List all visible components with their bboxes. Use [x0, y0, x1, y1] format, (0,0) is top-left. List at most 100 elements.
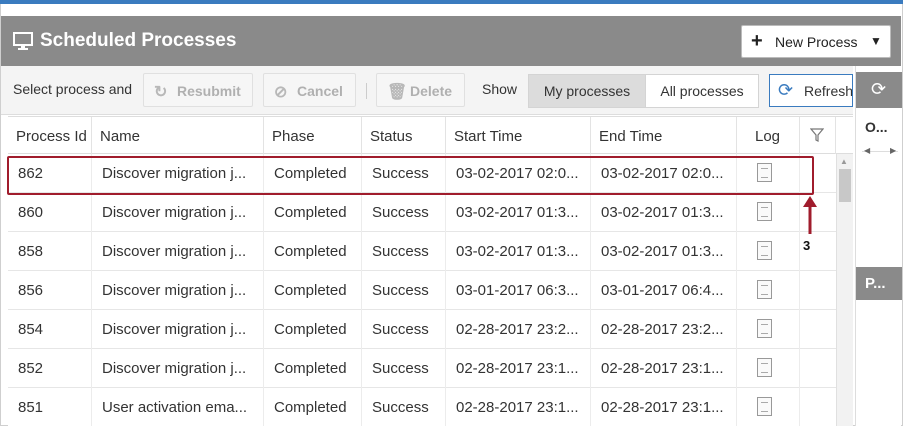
cell-start-time: 02-28-2017 23:1...: [446, 349, 591, 388]
cell-process-id: 856: [8, 271, 92, 310]
cell-phase: Completed: [264, 388, 362, 426]
show-label: Show: [482, 81, 518, 97]
column-header-status[interactable]: Status: [362, 117, 446, 155]
resubmit-button[interactable]: ↻ Resubmit: [143, 73, 253, 107]
cell-end-time: 02-28-2017 23:1...: [591, 388, 737, 426]
table-scrollbar[interactable]: ▲: [836, 154, 853, 426]
refresh-label: Refresh: [804, 83, 853, 99]
side-refresh-button[interactable]: ⟳: [856, 72, 902, 108]
cell-log: [737, 271, 800, 310]
plus-icon: +: [751, 30, 763, 52]
cell-status: Success: [362, 271, 446, 310]
column-header-name[interactable]: Name: [92, 117, 264, 155]
cell-phase: Completed: [264, 193, 362, 232]
log-file-icon[interactable]: [757, 358, 772, 377]
cell-name: Discover migration j...: [92, 349, 264, 388]
cell-status: Success: [362, 349, 446, 388]
cell-end-time: 03-01-2017 06:4...: [591, 271, 737, 310]
cell-start-time: 03-02-2017 01:3...: [446, 193, 591, 232]
table-row[interactable]: 856 Discover migration j... Completed Su…: [8, 271, 838, 310]
page-title: Scheduled Processes: [40, 30, 237, 51]
refresh-icon: ⟳: [778, 80, 794, 100]
cell-status: Success: [362, 310, 446, 349]
side-panel: ⟳ O... ◀ ▶ P...: [855, 66, 902, 426]
refresh-button[interactable]: ⟳ Refresh: [769, 74, 853, 107]
cell-log: [737, 232, 800, 271]
cell-end-time: 02-28-2017 23:1...: [591, 349, 737, 388]
cell-log: [737, 349, 800, 388]
column-header-phase[interactable]: Phase: [264, 117, 362, 155]
scroll-right-arrow-icon[interactable]: ▶: [890, 146, 896, 155]
table-row[interactable]: 854 Discover migration j... Completed Su…: [8, 310, 838, 349]
scroll-up-arrow-icon[interactable]: ▲: [840, 157, 848, 166]
toolbar: Select process and ↻ Resubmit ⊘ Cancel 🗑…: [1, 66, 853, 115]
cell-log: [737, 388, 800, 426]
log-file-icon[interactable]: [757, 202, 772, 221]
cell-phase: Completed: [264, 349, 362, 388]
caret-down-icon[interactable]: ▼: [870, 34, 882, 48]
cell-process-id: 854: [8, 310, 92, 349]
cell-phase: Completed: [264, 232, 362, 271]
cell-process-id: 860: [8, 193, 92, 232]
cell-start-time: 02-28-2017 23:1...: [446, 388, 591, 426]
scroll-left-arrow-icon[interactable]: ◀: [864, 146, 870, 155]
table-row[interactable]: 860 Discover migration j... Completed Su…: [8, 193, 838, 232]
annotation-arrow-icon: [803, 196, 817, 234]
monitor-icon: [13, 32, 33, 50]
resubmit-icon: ↻: [154, 84, 168, 101]
cancel-label: Cancel: [297, 83, 343, 99]
cell-process-id: 851: [8, 388, 92, 426]
delete-button[interactable]: 🗑 Delete: [376, 73, 465, 107]
table-row[interactable]: 851 User activation ema... Completed Suc…: [8, 388, 838, 426]
cell-status: Success: [362, 388, 446, 426]
cancel-button[interactable]: ⊘ Cancel: [263, 73, 356, 107]
my-processes-toggle[interactable]: My processes: [528, 74, 646, 108]
column-header-end-time[interactable]: End Time: [591, 117, 737, 155]
cell-start-time: 03-02-2017 01:3...: [446, 232, 591, 271]
table-row[interactable]: 858 Discover migration j... Completed Su…: [8, 232, 838, 271]
refresh-icon: ⟳: [871, 79, 887, 99]
filter-icon[interactable]: [800, 117, 836, 155]
scrollbar-thumb[interactable]: [839, 169, 851, 202]
log-file-icon[interactable]: [757, 319, 772, 338]
toolbar-divider: [366, 83, 367, 99]
annotation-number: 3: [803, 238, 811, 253]
cell-name: Discover migration j...: [92, 193, 264, 232]
cell-status: Success: [362, 232, 446, 271]
resubmit-label: Resubmit: [177, 83, 241, 99]
column-header-process-id[interactable]: Process Id: [8, 117, 92, 155]
cell-phase: Completed: [264, 310, 362, 349]
table-row[interactable]: 852 Discover migration j... Completed Su…: [8, 349, 838, 388]
cell-process-id: 858: [8, 232, 92, 271]
cell-log: [737, 310, 800, 349]
all-processes-toggle[interactable]: All processes: [645, 74, 759, 108]
cell-name: Discover migration j...: [92, 232, 264, 271]
new-process-button[interactable]: + New Process ▼: [741, 25, 891, 58]
log-file-icon[interactable]: [757, 397, 772, 416]
cell-end-time: 02-28-2017 23:2...: [591, 310, 737, 349]
new-process-label: New Process: [775, 34, 858, 50]
select-process-text: Select process and: [13, 81, 133, 97]
panel-header: Scheduled Processes + New Process ▼: [1, 16, 901, 66]
column-header-start-time[interactable]: Start Time: [446, 117, 591, 155]
top-accent-bar: [0, 0, 903, 4]
side-panel-button[interactable]: P...: [856, 267, 902, 300]
cell-log: [737, 193, 800, 232]
side-scroll-arrows[interactable]: ◀ ▶: [864, 146, 898, 155]
log-file-icon[interactable]: [757, 241, 772, 260]
delete-label: Delete: [410, 83, 453, 99]
cell-name: User activation ema...: [92, 388, 264, 426]
cell-phase: Completed: [264, 271, 362, 310]
cell-start-time: 02-28-2017 23:2...: [446, 310, 591, 349]
cell-end-time: 03-02-2017 01:3...: [591, 232, 737, 271]
cell-end-time: 03-02-2017 01:3...: [591, 193, 737, 232]
log-file-icon[interactable]: [757, 280, 772, 299]
trash-icon: 🗑: [387, 84, 408, 101]
cell-status: Success: [362, 193, 446, 232]
selected-row-highlight: [7, 156, 814, 195]
cell-process-id: 852: [8, 349, 92, 388]
cell-name: Discover migration j...: [92, 271, 264, 310]
column-header-log[interactable]: Log: [737, 117, 800, 155]
cell-name: Discover migration j...: [92, 310, 264, 349]
cancel-icon: ⊘: [274, 84, 288, 101]
